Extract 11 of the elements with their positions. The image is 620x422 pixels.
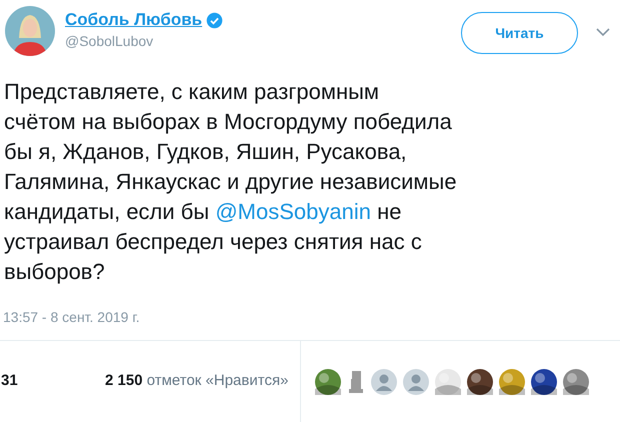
follow-button[interactable]: Читать (461, 12, 578, 54)
tweet-text: Представляете, с каким разгромным счётом на выборах в Мосгордуму победила бы я, Жданов, Гудков, Яшин, Русакова, Галямина, Янкаускас и другие независимые кандидаты, если бы @MosSobyanin не устраивал беспредел через снятия нас с выборов? (3, 78, 458, 286)
default-avatar[interactable] (403, 368, 430, 394)
likes-count[interactable]: 2 150 отметок «Нравится» (105, 370, 288, 393)
tweet-timestamp[interactable]: 13:57 - 8 сент. 2019 г. (0, 307, 620, 328)
author-name[interactable]: Соболь Любовь (65, 9, 202, 31)
mention-link[interactable]: @MosSobyanin (215, 199, 371, 224)
default-avatar[interactable] (371, 368, 398, 394)
retweets-count[interactable]: 31 (0, 370, 105, 393)
author-handle[interactable]: @SobolLubov (65, 31, 224, 51)
chevron-down-icon[interactable] (596, 28, 610, 37)
